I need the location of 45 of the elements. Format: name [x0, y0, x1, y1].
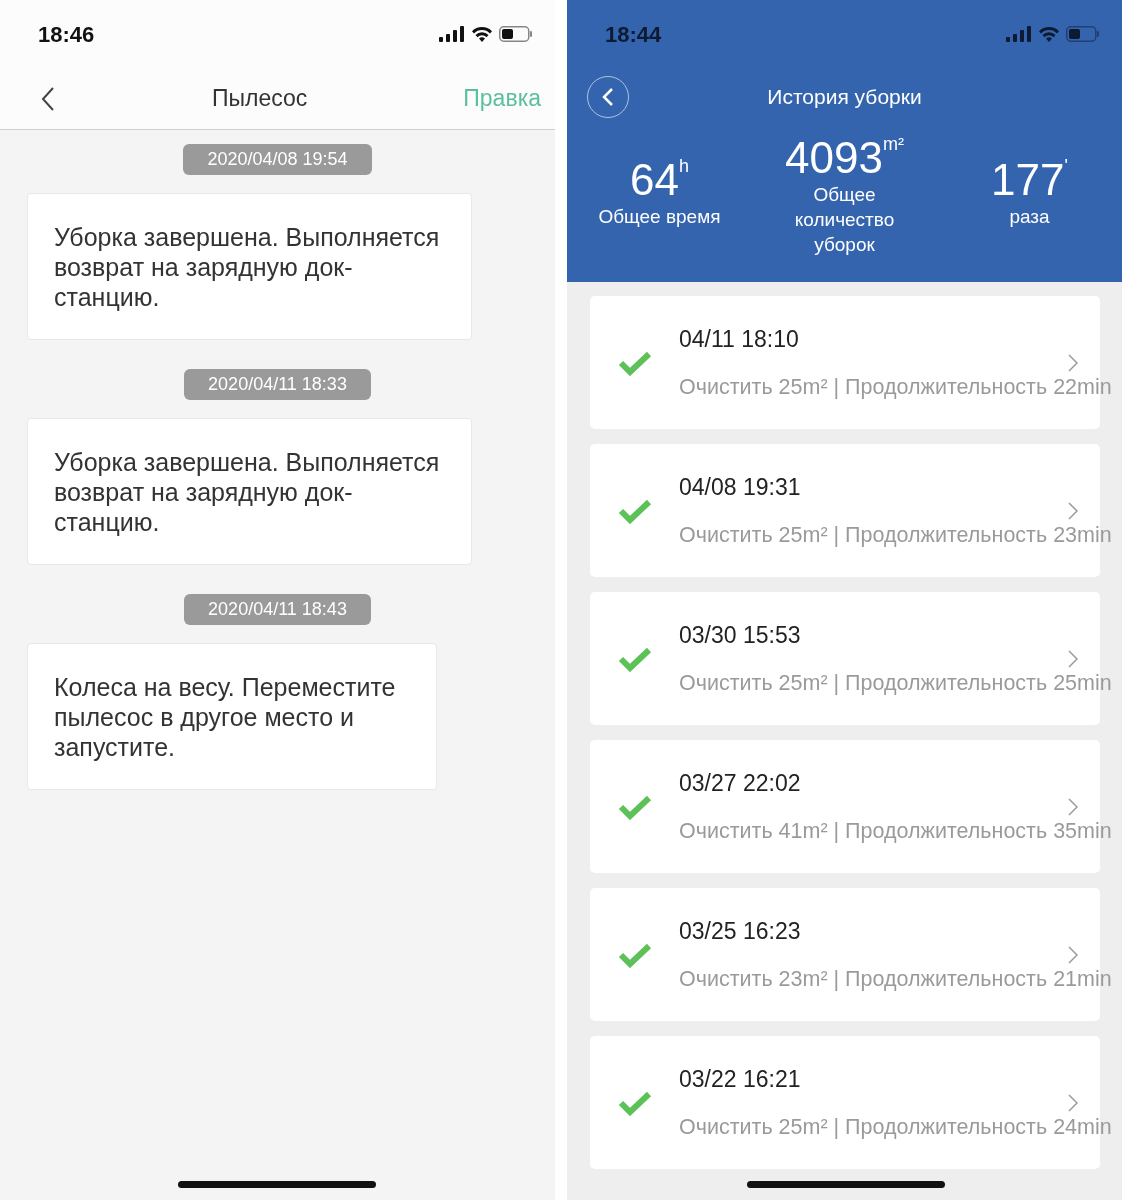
- stat-label: Общее время: [598, 205, 721, 229]
- stat-value: 64: [630, 156, 679, 204]
- wifi-icon: [471, 26, 493, 42]
- stat-value: 177: [991, 156, 1065, 204]
- signal-icon: [439, 26, 465, 42]
- timestamp-label: 2020/04/11 18:43: [184, 594, 371, 625]
- record-details: Очистить 41m² | Продолжительность 35min: [679, 817, 1112, 845]
- stat-unit: m²: [882, 134, 904, 154]
- record-date: 04/11 18:10: [679, 325, 800, 355]
- stat-unit: ': [1064, 156, 1068, 176]
- record-details: Очистить 25m² | Продолжительность 25min: [679, 669, 1112, 697]
- battery-icon: [499, 26, 533, 42]
- wifi-icon: [1038, 26, 1060, 42]
- back-icon: [602, 87, 614, 107]
- timestamp-label: 2020/04/08 19:54: [183, 144, 372, 175]
- record-details: Очистить 25m² | Продолжительность 24min: [679, 1113, 1112, 1141]
- stat-unit: h: [678, 156, 689, 176]
- record-date: 03/30 15:53: [679, 621, 802, 651]
- record-date: 03/25 16:23: [679, 917, 802, 947]
- stat-value: 4093: [785, 134, 883, 182]
- message-card: Уборка завершена. Выполняется возврат на зарядную док-станцию.: [27, 193, 472, 340]
- record-details: Очистить 25m² | Продолжительность 23min: [679, 521, 1112, 549]
- battery-icon: [1066, 26, 1100, 42]
- status-time: 18:46: [38, 20, 95, 49]
- chevron-icon: [1068, 354, 1078, 372]
- chevron-icon: [1068, 502, 1078, 520]
- screen-title: История уборки: [767, 84, 922, 111]
- record-details: Очистить 25m² | Продолжительность 22min: [679, 373, 1112, 401]
- stat-label: Общее количество уборок: [793, 183, 896, 257]
- record-date: 03/27 22:02: [679, 769, 802, 799]
- chevron-icon: [1068, 798, 1078, 816]
- record-details: Очистить 23m² | Продолжительность 21min: [679, 965, 1112, 993]
- stat-label: раза: [1009, 205, 1050, 229]
- record-date: 03/22 16:21: [679, 1065, 802, 1095]
- signal-icon: [1006, 26, 1032, 42]
- back-button[interactable]: [40, 85, 56, 112]
- chevron-icon: [1068, 1094, 1078, 1112]
- record-date: 04/08 19:31: [679, 473, 802, 503]
- chevron-icon: [1068, 946, 1078, 964]
- message-card: Колеса на весу. Переместите пылесос в другое место и запустите.: [27, 643, 437, 790]
- message-card: Уборка завершена. Выполняется возврат на зарядную док-станцию.: [27, 418, 472, 565]
- screen-title: Пылесос: [212, 84, 308, 114]
- status-time: 18:44: [605, 20, 662, 49]
- timestamp-label: 2020/04/11 18:33: [184, 369, 371, 400]
- chevron-icon: [1068, 650, 1078, 668]
